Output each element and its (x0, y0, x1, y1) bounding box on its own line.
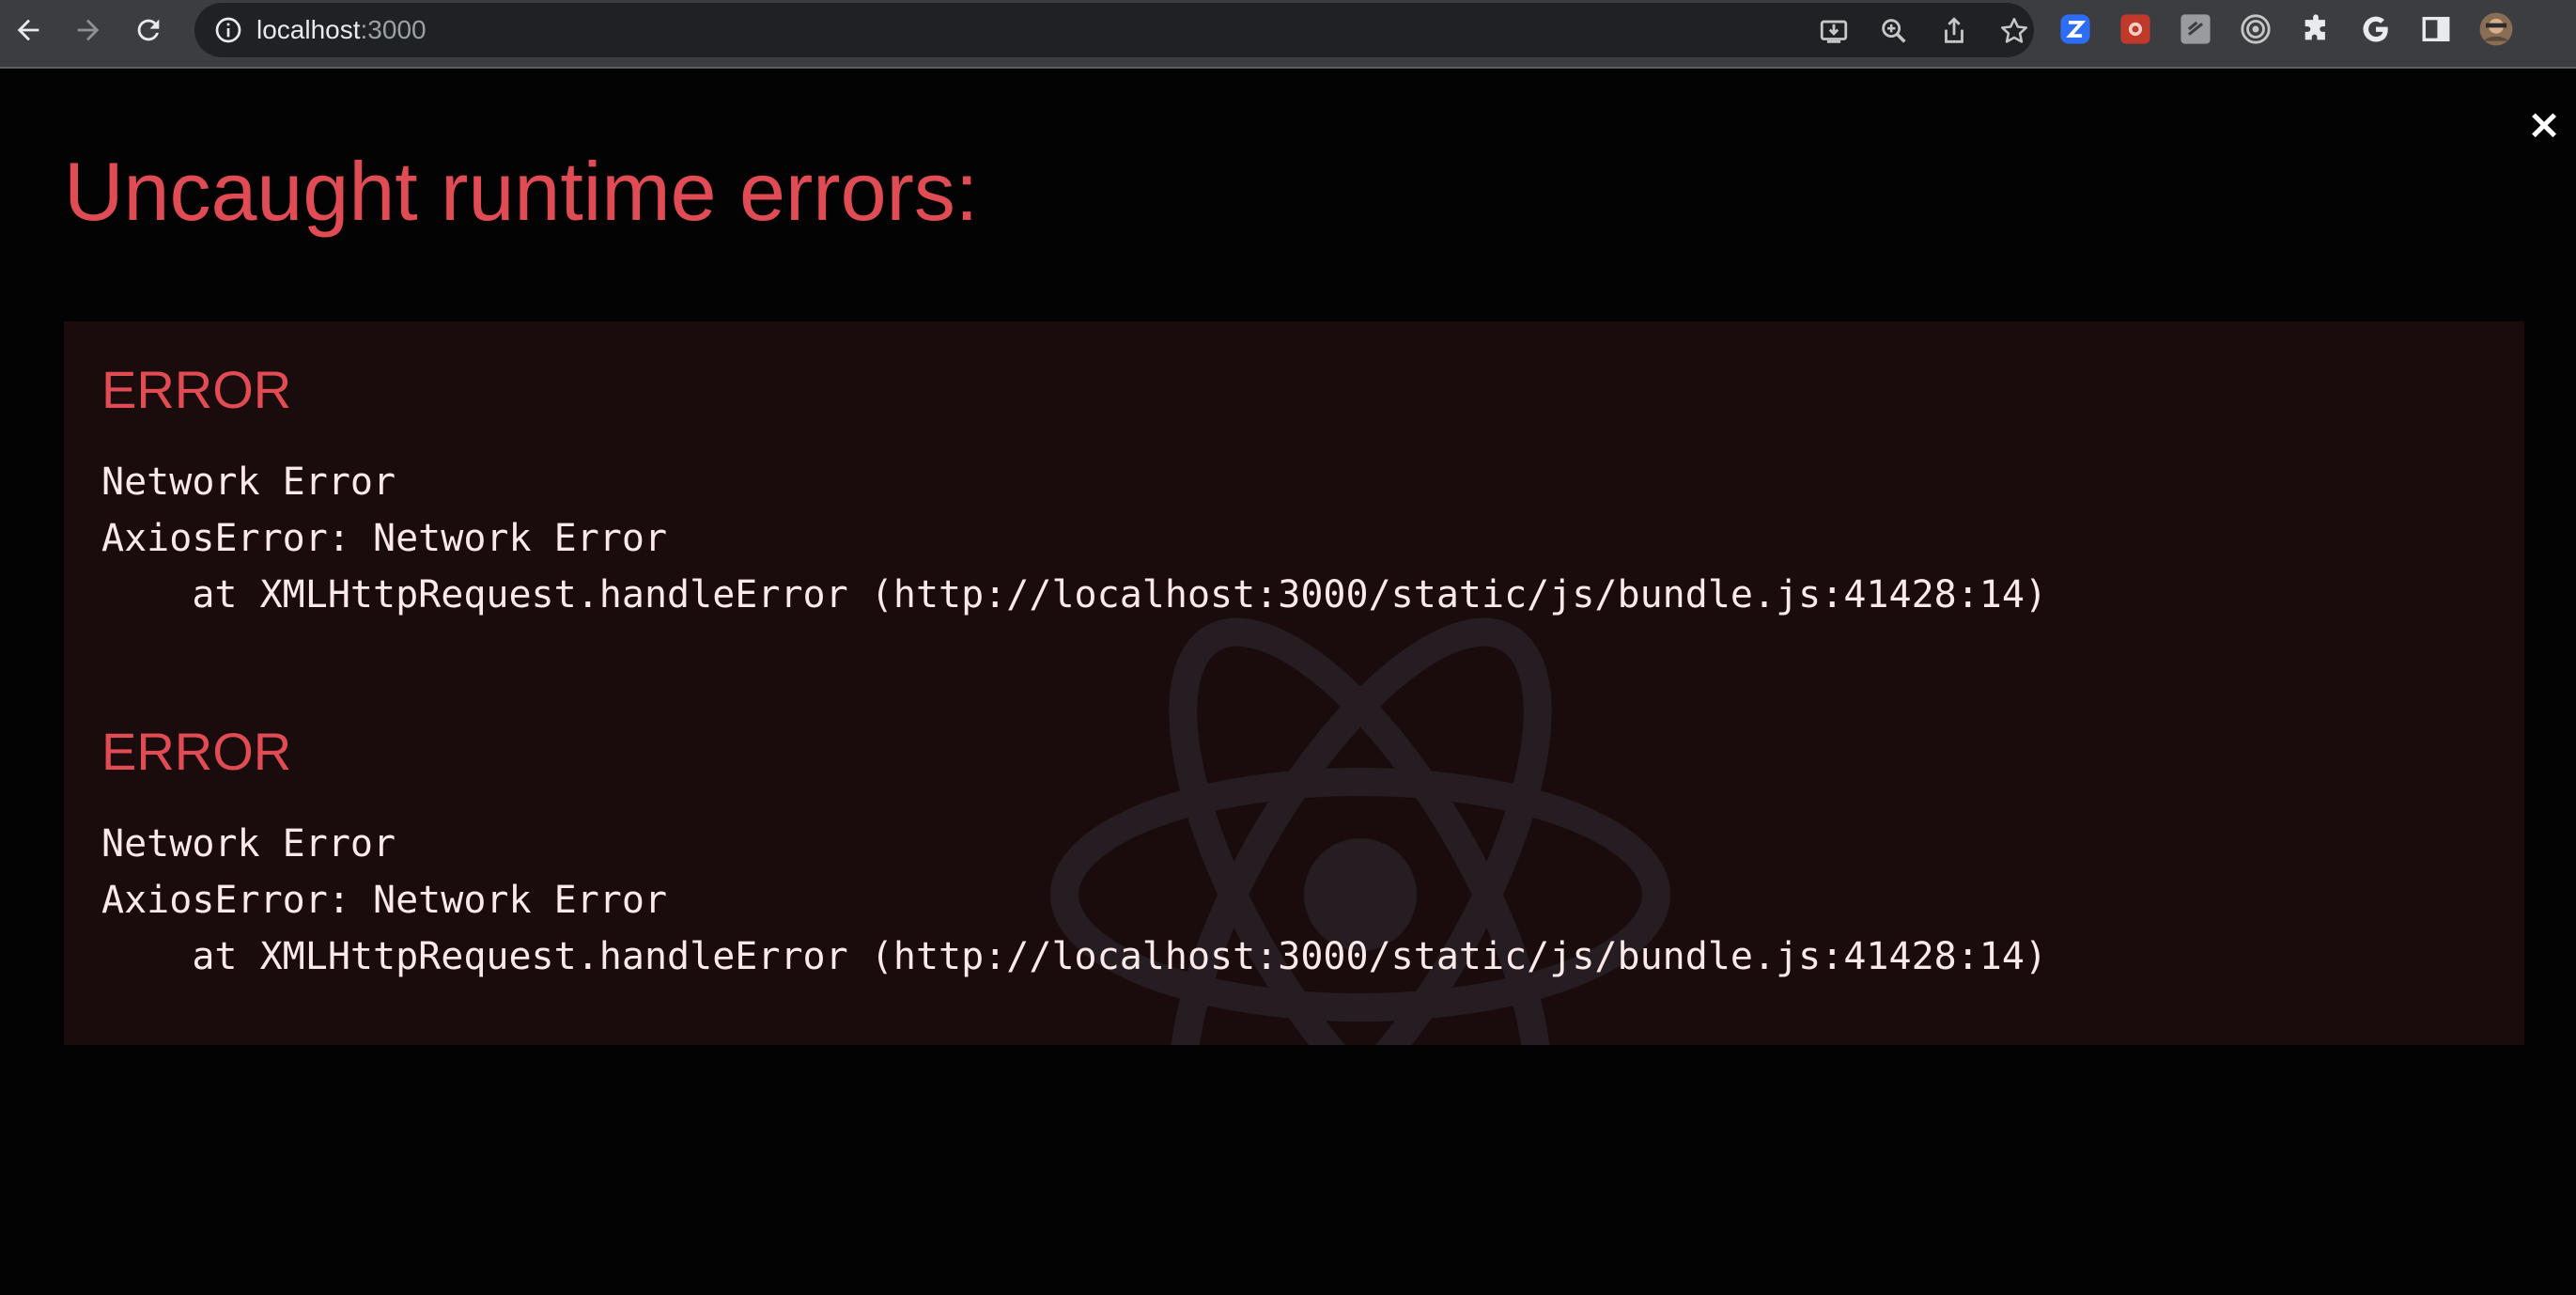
bookmark-star-icon[interactable] (1998, 15, 2030, 47)
error-entry: ERROR Network Error AxiosError: Network … (101, 359, 2047, 623)
error-message-line: Network Error (101, 460, 396, 504)
close-overlay-button[interactable]: × (2527, 104, 2562, 146)
google-icon[interactable] (2358, 11, 2394, 47)
side-panel-icon[interactable] (2418, 11, 2454, 47)
grey-extension-icon[interactable] (2178, 11, 2213, 47)
error-panel: ERROR Network Error AxiosError: Network … (64, 321, 2524, 1045)
forward-icon[interactable] (68, 9, 109, 51)
error-message-line: Network Error (101, 822, 396, 866)
url-host: localhost (256, 15, 361, 44)
site-info-icon[interactable] (213, 15, 243, 45)
error-stack-line: at XMLHttpRequest.handleError (http://lo… (101, 573, 2048, 616)
share-icon[interactable] (1938, 15, 1970, 47)
profile-avatar[interactable] (2478, 11, 2514, 47)
error-stack-line: at XMLHttpRequest.handleError (http://lo… (101, 935, 2048, 978)
overlay-title: Uncaught runtime errors: (64, 145, 979, 238)
url-port: :3000 (360, 15, 427, 44)
reload-icon[interactable] (128, 9, 169, 51)
target-extension-icon[interactable] (2238, 11, 2273, 47)
address-bar[interactable]: localhost:3000 (194, 3, 2034, 57)
zoom-extension-icon[interactable] (2057, 11, 2093, 47)
url-text[interactable]: localhost:3000 (256, 3, 427, 57)
puzzle-extensions-icon[interactable] (2298, 11, 2334, 47)
red-extension-icon[interactable] (2118, 11, 2153, 47)
zoom-icon[interactable] (1878, 15, 1910, 47)
error-message-line: AxiosError: Network Error (101, 517, 668, 560)
back-icon[interactable] (8, 9, 49, 51)
error-entry: ERROR Network Error AxiosError: Network … (101, 721, 2047, 985)
error-message-line: AxiosError: Network Error (101, 879, 668, 922)
error-label: ERROR (101, 722, 292, 781)
install-app-icon[interactable] (1818, 15, 1850, 47)
browser-toolbar: localhost:3000 (0, 0, 2576, 69)
error-overlay: × Uncaught runtime errors: ERROR Network… (0, 70, 2576, 1295)
error-label: ERROR (101, 360, 292, 419)
